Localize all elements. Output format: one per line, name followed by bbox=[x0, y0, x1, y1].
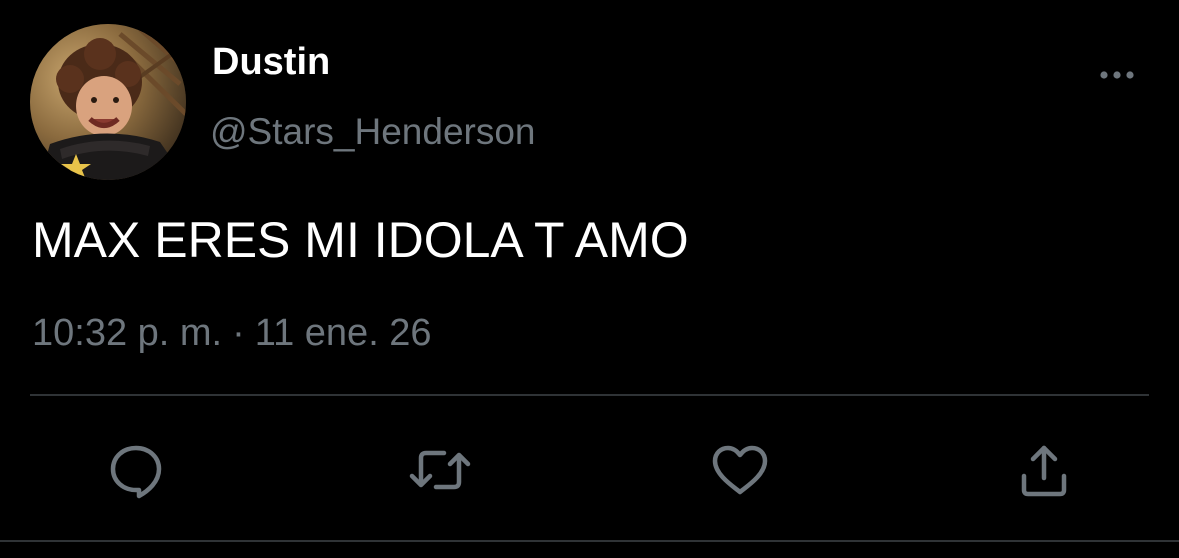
meta-separator: · bbox=[232, 312, 245, 354]
divider bbox=[30, 394, 1149, 396]
reply-button[interactable] bbox=[104, 438, 168, 502]
like-button[interactable] bbox=[708, 438, 772, 502]
tweet-time: 10:32 p. m. bbox=[32, 312, 223, 354]
share-upload-icon bbox=[1021, 445, 1067, 497]
user-handle[interactable]: @Stars_Henderson bbox=[210, 110, 536, 154]
share-button[interactable] bbox=[1012, 438, 1076, 502]
tweet-text: MAX ERES MI IDOLA T AMO bbox=[32, 212, 689, 268]
heart-icon bbox=[712, 445, 768, 495]
avatar[interactable] bbox=[30, 24, 186, 180]
speech-bubble-icon bbox=[110, 445, 162, 499]
tweet-date: 11 ene. 26 bbox=[254, 312, 432, 354]
ellipsis-icon bbox=[1100, 71, 1134, 79]
more-options-button[interactable] bbox=[1092, 60, 1142, 90]
bottom-divider bbox=[0, 540, 1179, 542]
retweet-button[interactable] bbox=[408, 438, 472, 502]
tweet-timestamp[interactable]: 10:32 p. m. · 11 ene. 26 bbox=[32, 310, 432, 356]
retweet-arrows-icon bbox=[409, 450, 471, 490]
profile-photo bbox=[30, 24, 186, 180]
tweet-detail: Dustin @Stars_Henderson MAX ERES MI IDOL… bbox=[0, 0, 1179, 558]
display-name[interactable]: Dustin bbox=[212, 40, 330, 84]
